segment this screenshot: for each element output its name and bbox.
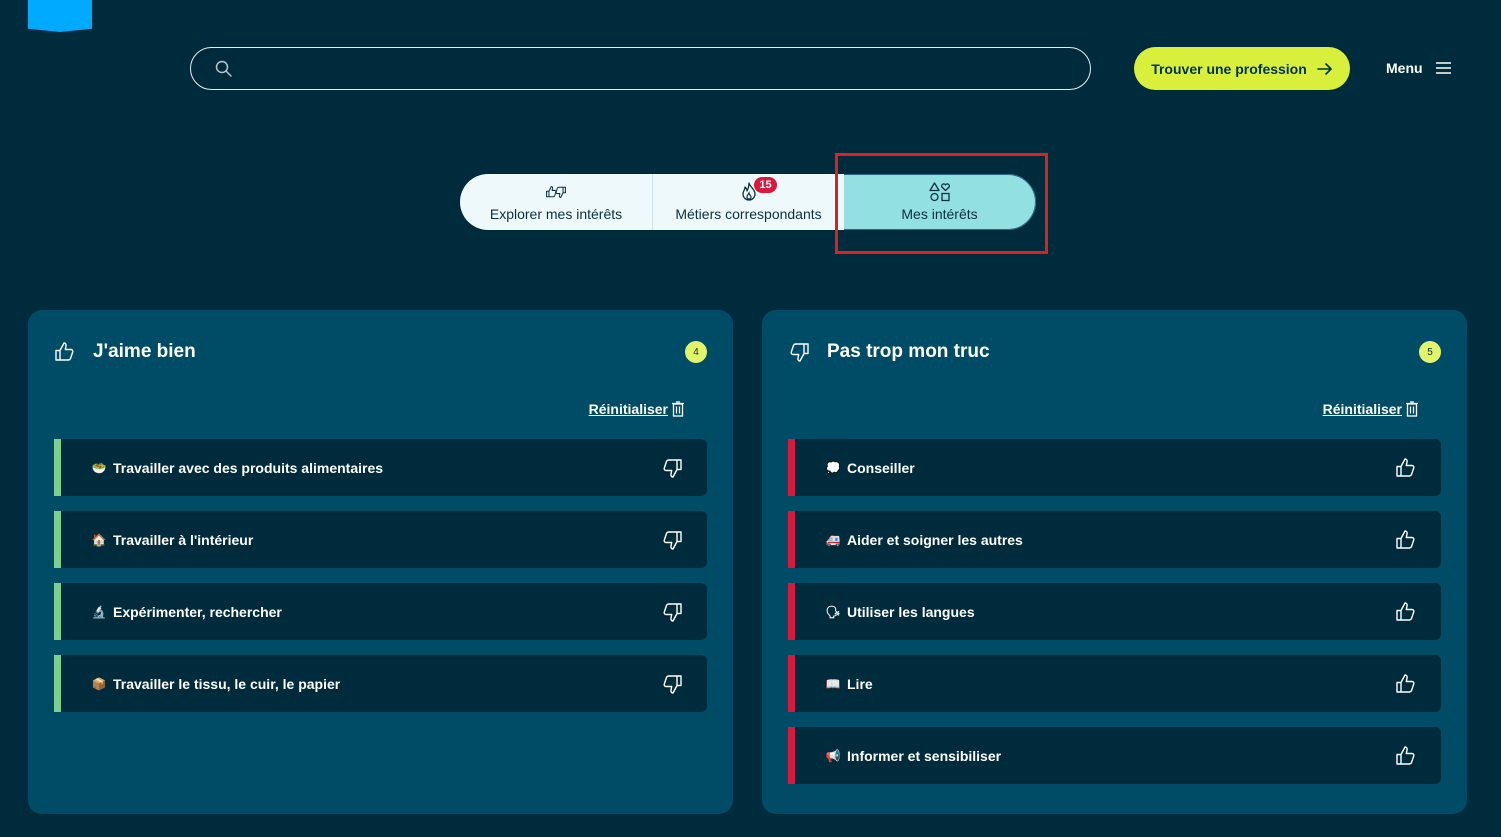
thumbs-up-icon[interactable] bbox=[1395, 457, 1417, 479]
item-label: Aider et soigner les autres bbox=[847, 531, 1023, 548]
tab-explore-interests[interactable]: Explorer mes intérêts bbox=[460, 174, 652, 230]
tab-matching-jobs[interactable]: Métiers correspondants 15 bbox=[652, 174, 844, 230]
search-icon bbox=[215, 60, 233, 78]
search-input[interactable] bbox=[245, 59, 1070, 78]
dislikes-title: Pas trop mon truc bbox=[827, 341, 990, 362]
find-profession-label: Trouver une profession bbox=[1151, 60, 1307, 77]
likes-count-badge: 4 bbox=[685, 341, 707, 363]
item-label: Travailler le tissu, le cuir, le papier bbox=[113, 675, 341, 692]
tab-label: Mes intérêts bbox=[901, 206, 978, 222]
list-item[interactable]: 📖 Lire bbox=[788, 655, 1441, 712]
thumbs-down-icon bbox=[788, 341, 810, 363]
microscope-icon: 🔬 bbox=[91, 604, 107, 619]
reset-label: Réinitialiser bbox=[1322, 401, 1402, 417]
likes-list: 🥗 Travailler avec des produits alimentai… bbox=[54, 439, 707, 727]
trash-icon bbox=[671, 401, 685, 417]
list-item[interactable]: 📢 Informer et sensibiliser bbox=[788, 727, 1441, 784]
menu-label: Menu bbox=[1386, 60, 1423, 76]
search-bar[interactable] bbox=[190, 47, 1091, 90]
list-item[interactable]: 🚑 Aider et soigner les autres bbox=[788, 511, 1441, 568]
open-book-icon: 📖 bbox=[825, 676, 841, 691]
list-item[interactable]: 🔬 Expérimenter, rechercher bbox=[54, 583, 707, 640]
item-label: Travailler à l'intérieur bbox=[113, 531, 254, 548]
tab-my-interests[interactable]: Mes intérêts bbox=[844, 174, 1036, 230]
thumbs-up-icon[interactable] bbox=[1395, 673, 1417, 695]
hamburger-icon bbox=[1435, 61, 1452, 75]
dislikes-list: 💭 Conseiller 🚑 Aider et soigner les autr… bbox=[788, 439, 1441, 799]
salad-icon: 🥗 bbox=[91, 460, 107, 475]
thumbs-up-icon[interactable] bbox=[1395, 601, 1417, 623]
speaking-head-icon: 🗣 bbox=[825, 604, 841, 619]
list-item[interactable]: 🏠 Travailler à l'intérieur bbox=[54, 511, 707, 568]
tab-label: Métiers correspondants bbox=[675, 206, 822, 222]
dislikes-reset-button[interactable]: Réinitialiser bbox=[1323, 401, 1419, 417]
thought-bubble-icon: 💭 bbox=[825, 460, 841, 475]
thumbs-up-icon[interactable] bbox=[1395, 529, 1417, 551]
item-label: Informer et sensibiliser bbox=[847, 747, 1002, 764]
tab-label: Explorer mes intérêts bbox=[489, 206, 623, 222]
dislikes-count-badge: 5 bbox=[1419, 341, 1441, 363]
package-icon: 📦 bbox=[91, 676, 107, 691]
likes-panel-header: J'aime bien 4 bbox=[54, 340, 707, 364]
megaphone-icon: 📢 bbox=[825, 748, 841, 763]
arrow-right-icon bbox=[1316, 62, 1333, 76]
item-label: Travailler avec des produits alimentaire… bbox=[113, 459, 384, 476]
thumbs-up-down-icon bbox=[545, 182, 567, 202]
trash-icon bbox=[1405, 401, 1419, 417]
likes-reset-button[interactable]: Réinitialiser bbox=[589, 401, 685, 417]
logo[interactable] bbox=[28, 0, 92, 32]
thumbs-down-icon[interactable] bbox=[661, 457, 683, 479]
dislikes-panel-header: Pas trop mon truc 5 bbox=[788, 340, 1441, 364]
list-item[interactable]: 💭 Conseiller bbox=[788, 439, 1441, 496]
item-label: Lire bbox=[847, 675, 873, 692]
thumbs-down-icon[interactable] bbox=[661, 673, 683, 695]
thumbs-down-icon[interactable] bbox=[661, 601, 683, 623]
item-label: Utiliser les langues bbox=[847, 603, 975, 620]
thumbs-down-icon[interactable] bbox=[661, 529, 683, 551]
thumbs-up-icon bbox=[54, 341, 76, 363]
shapes-heart-icon bbox=[928, 182, 951, 202]
interest-tabs: Explorer mes intérêts Métiers correspond… bbox=[460, 174, 1036, 230]
dislikes-panel: Pas trop mon truc 5 Réinitialiser 💭 Cons… bbox=[762, 310, 1467, 814]
likes-panel: J'aime bien 4 Réinitialiser 🥗 Travailler… bbox=[28, 310, 733, 814]
item-label: Conseiller bbox=[847, 459, 915, 476]
reset-label: Réinitialiser bbox=[588, 401, 668, 417]
item-label: Expérimenter, rechercher bbox=[113, 603, 282, 620]
matching-jobs-count-badge: 15 bbox=[754, 177, 777, 193]
list-item[interactable]: 🗣 Utiliser les langues bbox=[788, 583, 1441, 640]
house-icon: 🏠 bbox=[91, 532, 107, 547]
find-profession-button[interactable]: Trouver une profession bbox=[1134, 47, 1350, 90]
menu-button[interactable]: Menu bbox=[1386, 56, 1452, 80]
list-item[interactable]: 🥗 Travailler avec des produits alimentai… bbox=[54, 439, 707, 496]
likes-title: J'aime bien bbox=[93, 341, 196, 362]
list-item[interactable]: 📦 Travailler le tissu, le cuir, le papie… bbox=[54, 655, 707, 712]
thumbs-up-icon[interactable] bbox=[1395, 745, 1417, 767]
ambulance-icon: 🚑 bbox=[825, 532, 841, 547]
